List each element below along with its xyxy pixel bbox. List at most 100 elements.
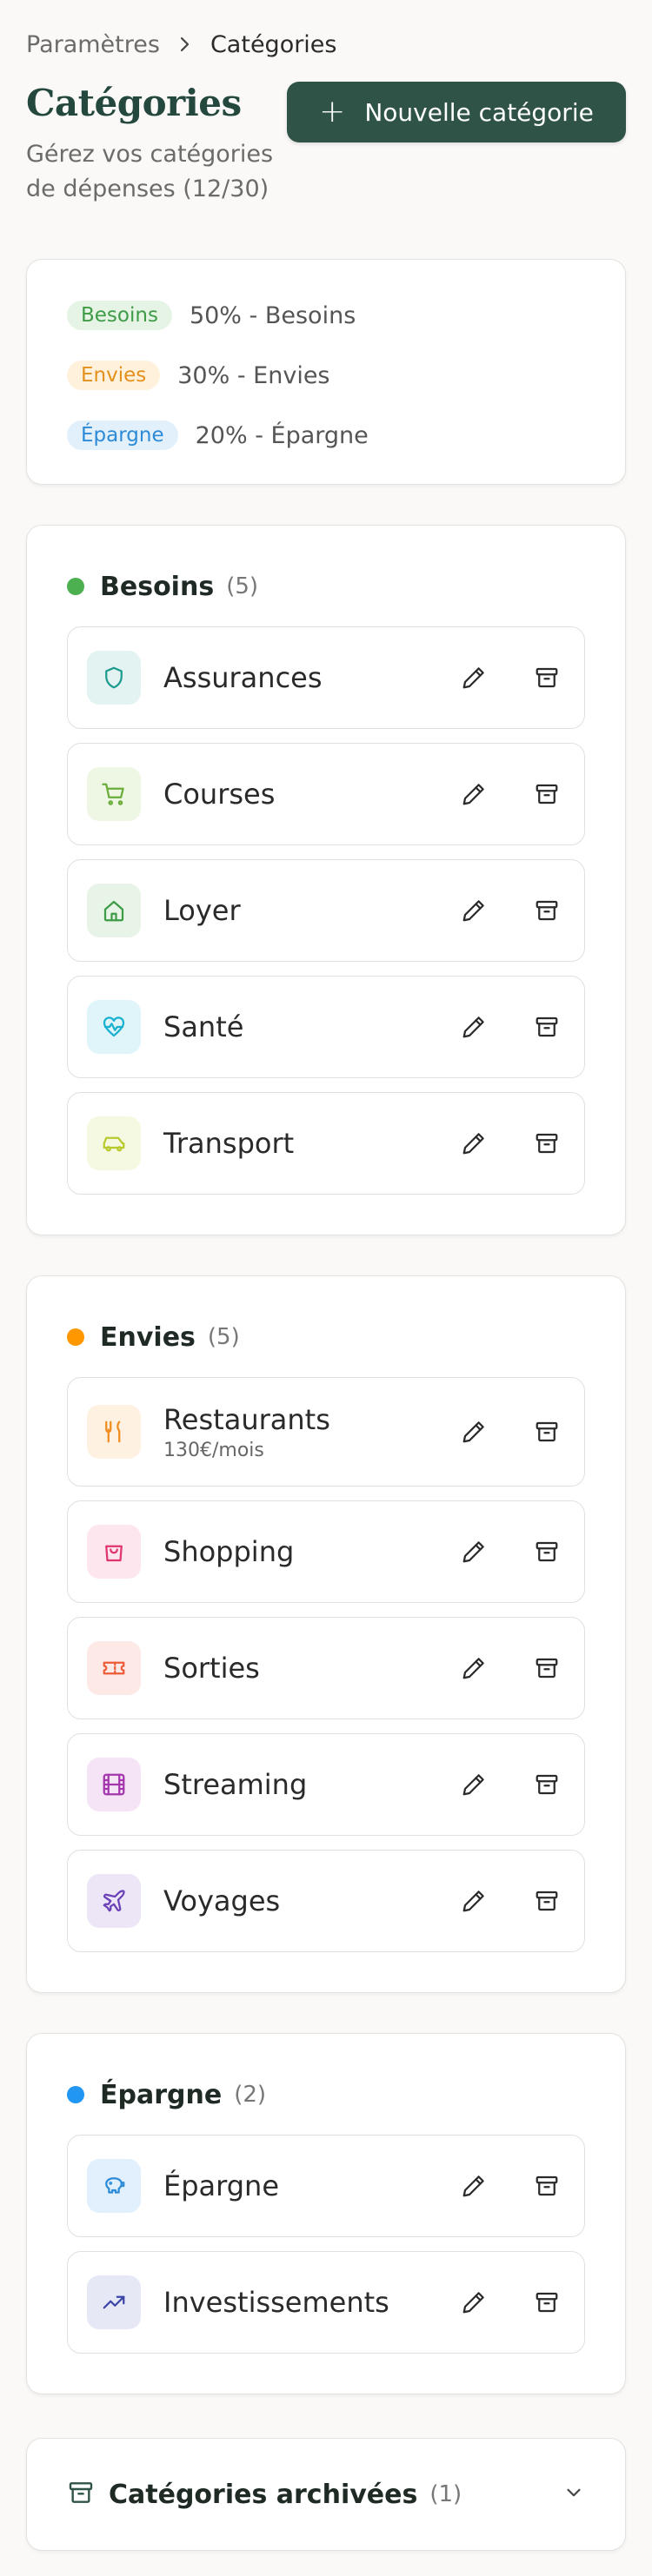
- category-name: Transport: [163, 1127, 295, 1160]
- category-name: Sorties: [163, 1652, 260, 1685]
- category-item[interactable]: Sorties: [67, 1617, 585, 1719]
- category-item[interactable]: Assurances: [67, 626, 585, 729]
- legend-row: Épargne 20% - Épargne: [67, 418, 585, 453]
- category-item[interactable]: Transport: [67, 1092, 585, 1195]
- archive-icon[interactable]: [532, 1417, 562, 1447]
- breadcrumb-current: Catégories: [210, 30, 337, 58]
- category-name: Loyer: [163, 894, 241, 927]
- utensils-icon: [87, 1405, 141, 1459]
- edit-pencil-icon[interactable]: [459, 2171, 489, 2201]
- group-header: Épargne (2): [67, 2077, 585, 2112]
- archive-icon[interactable]: [532, 1770, 562, 1799]
- piggy-bank-icon: [87, 2159, 141, 2213]
- chevron-right-icon: [179, 36, 191, 53]
- cart-icon: [87, 767, 141, 821]
- category-item[interactable]: Loyer: [67, 859, 585, 962]
- category-item[interactable]: Investissements: [67, 2251, 585, 2354]
- edit-pencil-icon[interactable]: [459, 663, 489, 692]
- edit-pencil-icon[interactable]: [459, 779, 489, 809]
- group-color-dot: [67, 578, 84, 595]
- category-name: Streaming: [163, 1768, 308, 1801]
- ticket-icon: [87, 1641, 141, 1695]
- group-name: Épargne: [100, 2079, 223, 2110]
- plane-icon: [87, 1874, 141, 1928]
- chevron-down-icon: [562, 2481, 585, 2507]
- category-item[interactable]: Streaming: [67, 1733, 585, 1836]
- archive-icon[interactable]: [532, 663, 562, 692]
- archive-icon[interactable]: [532, 1012, 562, 1042]
- category-group-card: Envies (5) Restaurants 130€/mois Shoppin…: [26, 1275, 626, 1993]
- budget-legend-card: Besoins 50% - Besoins Envies 30% - Envies…: [26, 259, 626, 485]
- category-item[interactable]: Shopping: [67, 1500, 585, 1603]
- page-subtitle: Gérez vos catégories de dépenses (12/30): [26, 141, 274, 202]
- archive-icon[interactable]: [532, 2171, 562, 2201]
- type-badge: Épargne: [67, 421, 178, 450]
- category-item[interactable]: Voyages: [67, 1850, 585, 1952]
- heart-pulse-icon: [87, 1000, 141, 1054]
- archive-icon: [67, 2479, 95, 2510]
- archive-icon[interactable]: [532, 1129, 562, 1158]
- edit-pencil-icon[interactable]: [459, 2288, 489, 2317]
- new-category-button[interactable]: + Nouvelle catégorie: [287, 82, 626, 142]
- archived-count: (1): [429, 2481, 462, 2507]
- legend-text: 20% - Épargne: [195, 421, 369, 449]
- legend-text: 50% - Besoins: [189, 301, 356, 329]
- edit-pencil-icon[interactable]: [459, 1770, 489, 1799]
- group-header: Envies (5): [67, 1320, 585, 1354]
- edit-pencil-icon[interactable]: [459, 1886, 489, 1916]
- trending-up-icon: [87, 2275, 141, 2329]
- category-name: Santé: [163, 1010, 244, 1043]
- category-item[interactable]: Courses: [67, 743, 585, 845]
- page-title: Catégories: [26, 82, 242, 124]
- edit-pencil-icon[interactable]: [459, 1129, 489, 1158]
- archive-icon[interactable]: [532, 896, 562, 925]
- home-icon: [87, 884, 141, 937]
- breadcrumb-parent-link[interactable]: Paramètres: [26, 31, 160, 58]
- category-name: Shopping: [163, 1535, 295, 1568]
- archived-title: Catégories archivées: [109, 2479, 418, 2510]
- group-count: (5): [226, 573, 259, 599]
- category-name: Épargne: [163, 2169, 280, 2202]
- category-budget: 130€/mois: [163, 1439, 264, 1461]
- breadcrumb: Paramètres Catégories: [26, 26, 626, 63]
- edit-pencil-icon[interactable]: [459, 1653, 489, 1683]
- car-icon: [87, 1116, 141, 1170]
- group-color-dot: [67, 2086, 84, 2103]
- legend-row: Besoins 50% - Besoins: [67, 298, 585, 333]
- category-item[interactable]: Épargne: [67, 2135, 585, 2237]
- archive-icon[interactable]: [532, 1653, 562, 1683]
- type-badge: Besoins: [67, 301, 172, 330]
- category-group-card: Besoins (5) Assurances Courses Loyer San…: [26, 525, 626, 1235]
- shopping-bag-icon: [87, 1525, 141, 1579]
- category-group-card: Épargne (2) Épargne Investissements: [26, 2033, 626, 2394]
- archived-categories-toggle[interactable]: Catégories archivées (1): [26, 2438, 626, 2551]
- category-name: Voyages: [163, 1884, 281, 1917]
- edit-pencil-icon[interactable]: [459, 1537, 489, 1566]
- archive-icon[interactable]: [532, 2288, 562, 2317]
- edit-pencil-icon[interactable]: [459, 1012, 489, 1042]
- group-count: (5): [207, 1324, 240, 1350]
- category-name: Assurances: [163, 661, 323, 694]
- category-item[interactable]: Santé: [67, 976, 585, 1078]
- archive-icon[interactable]: [532, 1537, 562, 1566]
- page-header: Catégories Gérez vos catégories de dépen…: [26, 78, 626, 207]
- legend-row: Envies 30% - Envies: [67, 358, 585, 393]
- edit-pencil-icon[interactable]: [459, 1417, 489, 1447]
- shield-icon: [87, 651, 141, 705]
- archive-icon[interactable]: [532, 779, 562, 809]
- plus-icon: +: [319, 94, 346, 129]
- category-name: Investissements: [163, 2286, 389, 2319]
- edit-pencil-icon[interactable]: [459, 896, 489, 925]
- group-color-dot: [67, 1328, 84, 1346]
- category-name: Restaurants: [163, 1402, 330, 1436]
- group-name: Besoins: [100, 571, 215, 602]
- category-item[interactable]: Restaurants 130€/mois: [67, 1377, 585, 1487]
- group-header: Besoins (5): [67, 569, 585, 604]
- legend-text: 30% - Envies: [177, 361, 330, 389]
- type-badge: Envies: [67, 361, 161, 390]
- new-category-label: Nouvelle catégorie: [364, 97, 594, 127]
- group-count: (2): [234, 2082, 267, 2108]
- group-name: Envies: [100, 1321, 196, 1353]
- archive-icon[interactable]: [532, 1886, 562, 1916]
- category-name: Courses: [163, 778, 276, 811]
